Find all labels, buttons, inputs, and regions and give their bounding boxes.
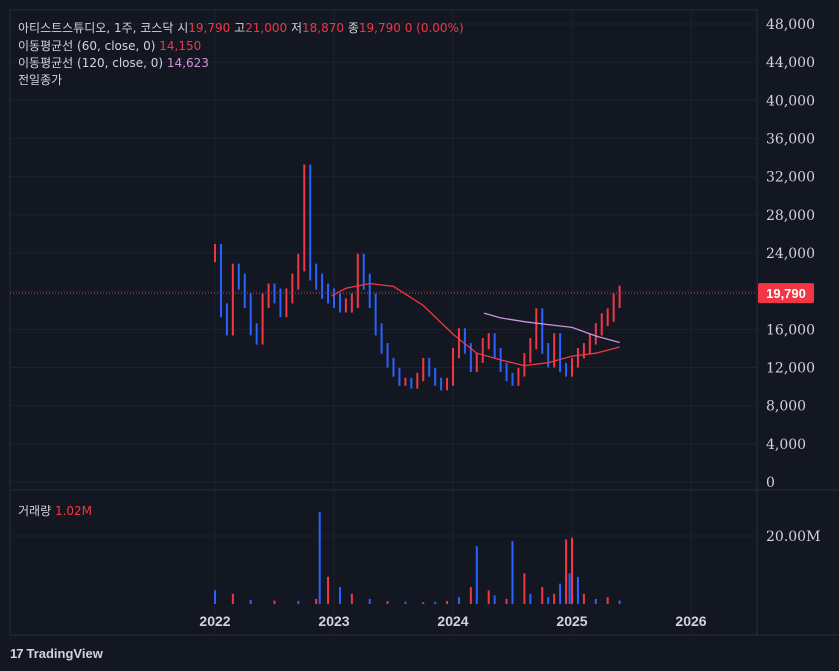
y-tick-label: 4,000	[766, 437, 806, 453]
current-price-label: 19,790	[766, 286, 806, 301]
volume-bar	[547, 597, 550, 604]
brand-name: TradingView	[26, 646, 103, 661]
open-value: 19,790	[188, 21, 231, 35]
volume-bar	[553, 593, 556, 604]
volume-bar	[576, 576, 579, 604]
high-label: 고	[234, 21, 246, 35]
close-value: 19,790	[358, 21, 401, 35]
y-tick-label: 28,000	[766, 208, 815, 224]
volume-bar	[386, 601, 389, 604]
high-value: 21,000	[245, 21, 288, 35]
y-tick-label: 8,000	[766, 399, 806, 415]
volume-bar	[231, 593, 234, 604]
volume-bar	[315, 598, 318, 604]
volume-bar	[505, 598, 508, 604]
prev-close-legend: 전일종가	[18, 71, 62, 88]
y-tick-label: 36,000	[766, 132, 815, 148]
volume-bar	[568, 573, 571, 604]
volume-value: 1.02M	[54, 504, 93, 518]
volume-bar	[493, 595, 496, 604]
x-tick-label: 2023	[318, 613, 349, 629]
volume-bar	[214, 590, 216, 604]
ma120-line	[483, 312, 620, 344]
volume-bar	[582, 593, 585, 604]
ma60-label: 이동평균선 (60, close, 0)	[18, 39, 156, 53]
volume-label: 거래량	[18, 504, 52, 518]
symbol-label: 아티스트스튜디오, 1주, 코스닥	[18, 21, 174, 35]
volume-bar	[297, 600, 300, 604]
y-tick-label: 12,000	[766, 361, 815, 377]
y-tick-label: 40,000	[766, 93, 815, 109]
y-tick-label: 48,000	[766, 17, 815, 33]
symbol-legend: 아티스트스튜디오, 1주, 코스닥 시19,790 고21,000 저18,87…	[18, 19, 464, 36]
y-tick-label: 0	[766, 475, 775, 491]
volume-tick-label: 20.00M	[766, 529, 820, 545]
low-label: 저	[290, 21, 302, 35]
volume-bar	[273, 600, 276, 604]
volume-bar	[529, 593, 532, 604]
volume-bar	[487, 590, 490, 604]
volume-bar	[249, 599, 252, 604]
volume-bar	[606, 597, 609, 604]
volume-bar	[475, 546, 478, 604]
volume-bar	[511, 541, 514, 604]
y-tick-label: 44,000	[766, 55, 815, 71]
prev-close-label: 전일종가	[18, 73, 63, 87]
volume-bar	[368, 598, 371, 604]
tradingview-brand[interactable]: 17 TradingView	[10, 646, 103, 661]
volume-bar	[618, 600, 621, 604]
y-tick-label: 16,000	[766, 322, 815, 338]
volume-bar	[338, 587, 341, 604]
ma120-label: 이동평균선 (120, close, 0)	[18, 56, 164, 70]
ma120-value: 14,623	[166, 56, 209, 70]
volume-bar	[422, 602, 425, 604]
volume-bar	[434, 601, 437, 604]
volume-bar	[327, 576, 330, 604]
x-tick-label: 2026	[675, 613, 706, 629]
volume-bar	[318, 512, 321, 604]
ma120-legend: 이동평균선 (120, close, 0) 14,623	[18, 54, 209, 71]
tradingview-logo-icon: 17	[10, 646, 24, 661]
volume-bar	[565, 539, 568, 604]
volume-bar	[594, 598, 597, 604]
x-tick-label: 2022	[199, 613, 230, 629]
volume-bar	[541, 587, 544, 604]
volume-bar	[559, 583, 562, 604]
change-value: 0 (0.00%)	[404, 21, 464, 35]
plot-border	[9, 9, 758, 636]
volume-bar	[523, 573, 526, 604]
close-label: 종	[347, 21, 359, 35]
volume-bar	[571, 537, 573, 604]
chart-frame: 04,0008,00012,00016,00020,00024,00028,00…	[0, 0, 839, 671]
x-tick-label: 2025	[556, 613, 587, 629]
price-chart[interactable]: 04,0008,00012,00016,00020,00024,00028,00…	[0, 0, 839, 671]
open-label: 시	[177, 21, 189, 35]
volume-legend: 거래량 1.02M	[18, 502, 92, 519]
volume-bar	[404, 601, 407, 604]
y-tick-label: 32,000	[766, 170, 815, 186]
volume-bar	[457, 597, 460, 604]
low-value: 18,870	[302, 21, 344, 35]
ma60-legend: 이동평균선 (60, close, 0) 14,150	[18, 37, 201, 54]
volume-bar	[350, 593, 353, 604]
x-tick-label: 2024	[437, 613, 468, 629]
volume-bar	[469, 587, 472, 604]
volume-bar	[446, 600, 449, 604]
y-tick-label: 24,000	[766, 246, 815, 262]
ma60-value: 14,150	[159, 39, 202, 53]
